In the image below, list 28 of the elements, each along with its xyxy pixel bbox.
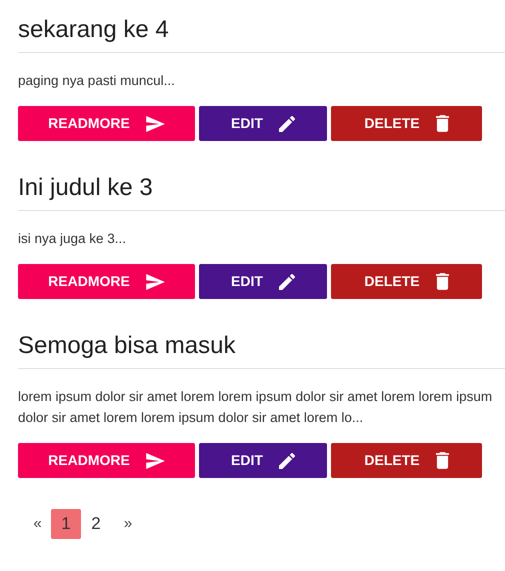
readmore-button[interactable]: READMORE — [18, 264, 195, 299]
post-title: Ini judul ke 3 — [18, 172, 505, 211]
post-title: Semoga bisa masuk — [18, 330, 505, 369]
edit-button[interactable]: EDIT — [199, 106, 327, 141]
trash-icon — [436, 273, 449, 290]
delete-button[interactable]: DELETE — [331, 443, 482, 478]
page-link[interactable]: 1 — [51, 509, 81, 539]
post-title: sekarang ke 4 — [18, 14, 505, 53]
next-page-link[interactable]: » — [111, 512, 145, 536]
edit-button[interactable]: EDIT — [199, 264, 327, 299]
delete-button[interactable]: DELETE — [331, 264, 482, 299]
pencil-icon — [278, 274, 295, 290]
trash-icon — [436, 452, 449, 469]
post-excerpt: isi nya juga ke 3... — [18, 230, 128, 248]
send-icon — [146, 452, 165, 468]
pencil-icon — [278, 116, 295, 132]
edit-button[interactable]: EDIT — [199, 443, 327, 478]
post-excerpt: lorem ipsum dolor sir amet lorem lorem ipsum dolor sir amet lorem lorem ipsum dolor sir amet lorem lorem ipsum dolor sir amet lorem lo... — [18, 388, 494, 427]
pencil-icon — [278, 452, 295, 468]
send-icon — [146, 116, 165, 132]
trash-icon — [436, 115, 449, 132]
readmore-button[interactable]: READMORE — [18, 106, 195, 141]
page-link[interactable]: 2 — [81, 509, 111, 539]
send-icon — [146, 274, 165, 290]
readmore-button[interactable]: READMORE — [18, 443, 195, 478]
delete-button[interactable]: DELETE — [331, 106, 482, 141]
post-excerpt: paging nya pasti muncul... — [18, 72, 176, 90]
previous-page-link[interactable]: « — [24, 512, 51, 536]
